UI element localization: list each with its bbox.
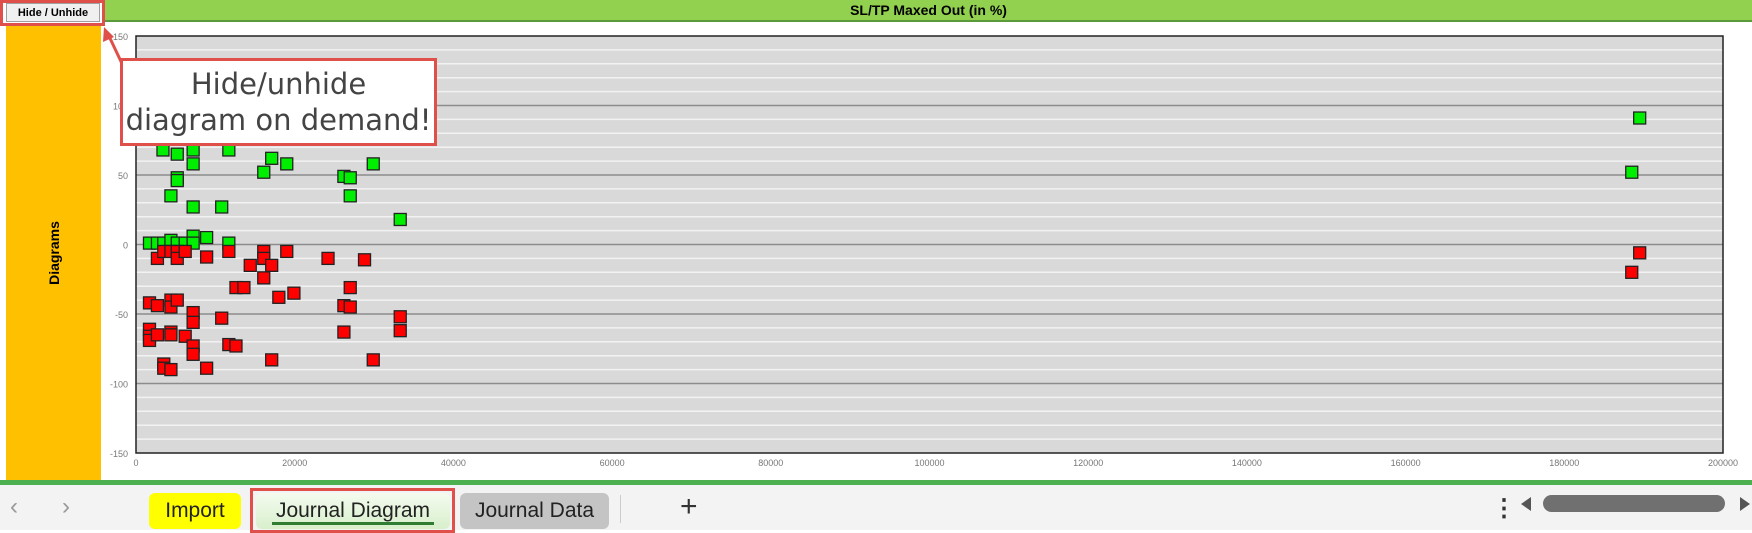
- next-sheet-button[interactable]: ›: [62, 493, 70, 521]
- loss-point: [237, 280, 251, 295]
- horizontal-scrollbar[interactable]: [1543, 495, 1725, 512]
- loss-point: [243, 258, 257, 273]
- loss-point: [222, 244, 236, 259]
- x-tick-label: 80000: [758, 458, 783, 468]
- loss-point: [178, 244, 192, 259]
- profit-point: [393, 212, 407, 227]
- profit-point: [366, 157, 380, 171]
- y-tick-label: -100: [110, 380, 128, 390]
- tab-import[interactable]: Import: [149, 493, 241, 529]
- profit-point: [343, 171, 357, 185]
- x-tick-label: 20000: [282, 458, 307, 468]
- loss-point: [186, 347, 200, 361]
- loss-point: [199, 250, 214, 264]
- tab-divider: [620, 495, 621, 523]
- loss-point: [215, 311, 229, 325]
- diagrams-label: Diagrams: [45, 221, 62, 285]
- loss-point: [321, 251, 335, 266]
- x-tick-label: 120000: [1073, 458, 1103, 468]
- loss-point: [337, 325, 351, 339]
- tab-journal-data[interactable]: Journal Data: [460, 493, 609, 529]
- profit-point: [265, 151, 279, 165]
- callout-line-1: Hide/unhide: [190, 67, 367, 101]
- tab-label: Journal Diagram: [275, 499, 431, 522]
- loss-point: [170, 293, 184, 307]
- callout-line-2: diagram on demand!: [125, 103, 432, 137]
- loss-point: [366, 353, 380, 367]
- y-tick-label: -50: [115, 310, 128, 320]
- profit-point: [1625, 165, 1639, 179]
- chart-title-bar: SL/TP Maxed Out (in %): [105, 0, 1752, 22]
- more-options-icon[interactable]: ⋮: [1492, 494, 1516, 523]
- x-tick-label: 100000: [914, 458, 944, 468]
- loss-point: [393, 324, 407, 338]
- y-tick-label: 50: [118, 171, 128, 181]
- loss-point: [265, 353, 279, 367]
- profit-point: [280, 157, 294, 171]
- loss-point: [1633, 246, 1647, 260]
- x-tick-label: 200000: [1708, 458, 1738, 468]
- loss-point: [272, 290, 286, 304]
- loss-point: [265, 258, 279, 273]
- callout-annotation: Hide/unhide diagram on demand!: [120, 58, 437, 146]
- loss-point: [186, 315, 200, 329]
- loss-point: [1625, 265, 1639, 279]
- loss-point: [150, 299, 165, 313]
- add-sheet-button[interactable]: +: [680, 490, 698, 524]
- loss-point: [287, 286, 301, 300]
- profit-point: [257, 165, 271, 179]
- profit-point: [170, 173, 184, 188]
- x-tick-label: 160000: [1391, 458, 1421, 468]
- profit-point: [1633, 111, 1647, 125]
- y-tick-label: 0: [123, 241, 128, 251]
- x-tick-label: 0: [133, 458, 138, 468]
- y-tick-label: -150: [110, 449, 128, 459]
- loss-point: [393, 310, 407, 324]
- scroll-right-icon[interactable]: [1740, 497, 1750, 511]
- x-tick-label: 180000: [1549, 458, 1579, 468]
- loss-point: [150, 328, 165, 342]
- profit-point: [164, 189, 178, 203]
- tab-journal-diagram[interactable]: Journal Diagram: [256, 493, 450, 529]
- x-tick-label: 140000: [1232, 458, 1262, 468]
- loss-point: [357, 253, 372, 267]
- loss-point: [164, 328, 178, 342]
- diagrams-side-label: Diagrams: [6, 26, 101, 480]
- profit-point: [215, 200, 229, 214]
- scroll-left-icon[interactable]: [1521, 497, 1531, 511]
- profit-point: [343, 189, 357, 203]
- profit-point: [170, 147, 184, 161]
- loss-point: [343, 300, 357, 314]
- loss-point: [164, 362, 178, 377]
- chart-title: SL/TP Maxed Out (in %): [850, 2, 1007, 18]
- loss-point: [257, 271, 271, 285]
- profit-point: [186, 157, 200, 171]
- loss-point: [280, 244, 294, 259]
- sheet-tab-bar: ‹ › Import Journal Diagram Journal Data …: [0, 482, 1752, 533]
- profit-point: [199, 230, 214, 245]
- prev-sheet-button[interactable]: ‹: [10, 493, 18, 521]
- loss-point: [343, 280, 357, 295]
- x-tick-label: 60000: [600, 458, 625, 468]
- loss-point: [229, 339, 243, 353]
- loss-point: [199, 361, 214, 375]
- x-tick-label: 40000: [441, 458, 466, 468]
- profit-point: [186, 200, 200, 214]
